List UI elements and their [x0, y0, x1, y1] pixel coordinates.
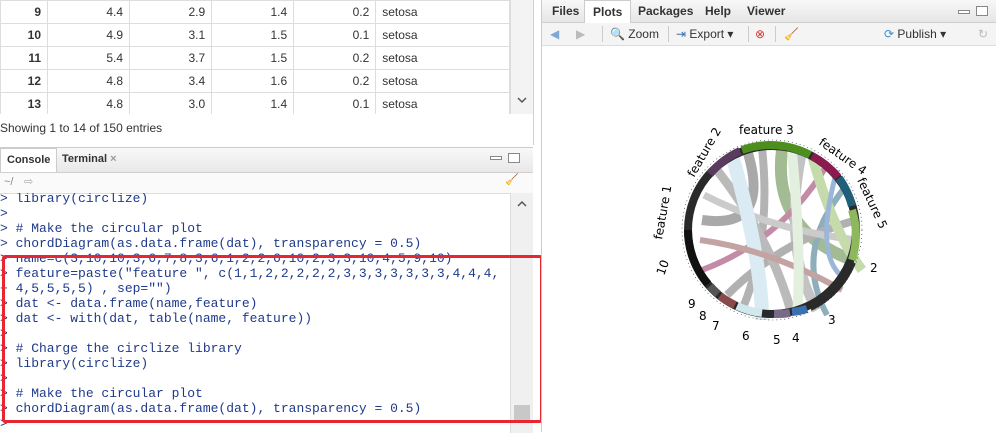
minimize-icon[interactable] — [958, 10, 970, 14]
tab-terminal[interactable]: Terminal × — [56, 148, 123, 171]
cell-value: 0.2 — [293, 69, 377, 93]
tab-terminal-label: Terminal — [62, 153, 108, 165]
data-table: 9 4.4 2.9 1.4 0.2 setosa 10 4.9 3.1 1.5 0.1 setosa 1… — [0, 0, 510, 116]
svg-text:3: 3 — [828, 313, 836, 327]
export-button[interactable]: ⇥ Export ▾ — [676, 23, 733, 45]
entries-status: Showing 1 to 14 of 150 entries — [0, 114, 510, 144]
table-row: 9 4.4 2.9 1.4 0.2 setosa — [0, 0, 510, 24]
console-line: > chordDiagram(as.data.frame(dat), trans… — [0, 236, 422, 251]
plots-toolbar: ◀ ▶ 🔍 Zoom ⇥ Export ▾ ⊗ 🧹 ⟳ Publish ▾ ↻ — [542, 23, 996, 46]
maximize-icon[interactable] — [508, 153, 520, 163]
svg-text:2: 2 — [870, 261, 878, 275]
tab-help[interactable]: Help — [697, 0, 739, 22]
svg-text:8: 8 — [699, 309, 707, 323]
export-label: Export — [689, 27, 725, 41]
working-dir: ~/ — [4, 176, 14, 188]
row-number: 12 — [0, 69, 48, 93]
minimize-icon[interactable] — [490, 156, 502, 160]
close-icon[interactable]: × — [110, 153, 116, 165]
row-number: 10 — [0, 23, 48, 47]
svg-text:10: 10 — [654, 258, 672, 277]
cell-value: 4.4 — [46, 0, 131, 24]
cell-species: setosa — [375, 23, 510, 47]
publish-button[interactable]: ⟳ Publish ▾ — [884, 23, 946, 45]
scroll-down-icon[interactable] — [511, 0, 533, 114]
cell-value: 0.2 — [293, 46, 377, 70]
table-row: 11 5.4 3.7 1.5 0.2 setosa — [0, 46, 510, 70]
cell-value: 1.5 — [211, 23, 295, 47]
plots-pane: Files Plots Packages Help Viewer ◀ ▶ 🔍 Z… — [541, 0, 996, 432]
navigate-icon[interactable]: ⇨ — [24, 175, 33, 188]
console-line: > — [0, 206, 8, 221]
clear-console-icon[interactable]: 🧹 — [505, 173, 519, 186]
table-row: 12 4.8 3.4 1.6 0.2 setosa — [0, 69, 510, 93]
svg-text:7: 7 — [712, 319, 720, 333]
cell-value: 4.9 — [46, 23, 131, 47]
cell-value: 0.1 — [293, 23, 377, 47]
cell-value: 3.7 — [129, 46, 213, 70]
cell-value: 4.8 — [46, 92, 131, 116]
cell-value: 4.8 — [46, 69, 131, 93]
cell-value: 1.4 — [211, 92, 295, 116]
chord-diagram: feature 3 feature 4 feature 5 feature 2 … — [651, 123, 890, 347]
export-icon: ⇥ — [676, 27, 687, 41]
plots-tabbar: Files Plots Packages Help Viewer — [542, 0, 996, 23]
svg-text:feature 1: feature 1 — [651, 184, 674, 240]
console-line: > library(circlize) — [0, 193, 149, 206]
tab-plots[interactable]: Plots — [584, 0, 632, 23]
cell-value: 0.2 — [293, 0, 377, 24]
cell-value: 5.4 — [46, 46, 131, 70]
data-viewer-scrollbar[interactable] — [510, 0, 533, 114]
console-line: > # Make the circular plot — [0, 221, 203, 236]
data-viewer: 9 4.4 2.9 1.4 0.2 setosa 10 4.9 3.1 1.5 0.1 setosa 1… — [0, 0, 534, 145]
refresh-icon[interactable]: ↻ — [978, 23, 988, 45]
svg-text:feature 3: feature 3 — [739, 123, 794, 137]
svg-text:6: 6 — [742, 329, 750, 343]
console-subbar: ~/ ⇨ 🧹 — [0, 173, 533, 194]
clear-plots-icon[interactable]: 🧹 — [784, 23, 799, 45]
cell-value: 2.9 — [129, 0, 213, 24]
zoom-icon: 🔍 — [610, 27, 625, 41]
cell-value: 3.1 — [129, 23, 213, 47]
publish-icon: ⟳ — [884, 27, 895, 41]
table-row: 13 4.8 3.0 1.4 0.1 setosa — [0, 92, 510, 116]
row-number: 11 — [0, 46, 48, 70]
tab-files[interactable]: Files — [544, 0, 587, 22]
cell-value: 0.1 — [293, 92, 377, 116]
highlight-box — [2, 255, 543, 423]
zoom-label: Zoom — [628, 27, 659, 41]
console-tabbar: Console Terminal × — [0, 148, 533, 173]
tab-packages[interactable]: Packages — [630, 0, 701, 22]
svg-text:9: 9 — [688, 297, 696, 311]
cell-species: setosa — [375, 92, 510, 116]
svg-text:4: 4 — [792, 331, 800, 345]
cell-species: setosa — [375, 69, 510, 93]
cell-value: 1.6 — [211, 69, 295, 93]
table-row: 10 4.9 3.1 1.5 0.1 setosa — [0, 23, 510, 47]
maximize-icon[interactable] — [976, 6, 988, 16]
cell-value: 1.4 — [211, 0, 295, 24]
row-number: 9 — [0, 0, 48, 24]
cell-value: 3.0 — [129, 92, 213, 116]
tab-viewer[interactable]: Viewer — [739, 0, 793, 22]
remove-plot-icon[interactable]: ⊗ — [755, 23, 765, 45]
back-arrow-icon[interactable]: ◀ — [550, 23, 559, 45]
tab-console[interactable]: Console — [0, 148, 58, 172]
row-number: 13 — [0, 92, 48, 116]
cell-value: 3.4 — [129, 69, 213, 93]
publish-label: Publish — [897, 27, 937, 41]
cell-value: 1.5 — [211, 46, 295, 70]
cell-species: setosa — [375, 0, 510, 24]
forward-arrow-icon[interactable]: ▶ — [576, 23, 585, 45]
cell-species: setosa — [375, 46, 510, 70]
zoom-button[interactable]: 🔍 Zoom — [610, 23, 659, 45]
svg-text:5: 5 — [773, 333, 781, 347]
